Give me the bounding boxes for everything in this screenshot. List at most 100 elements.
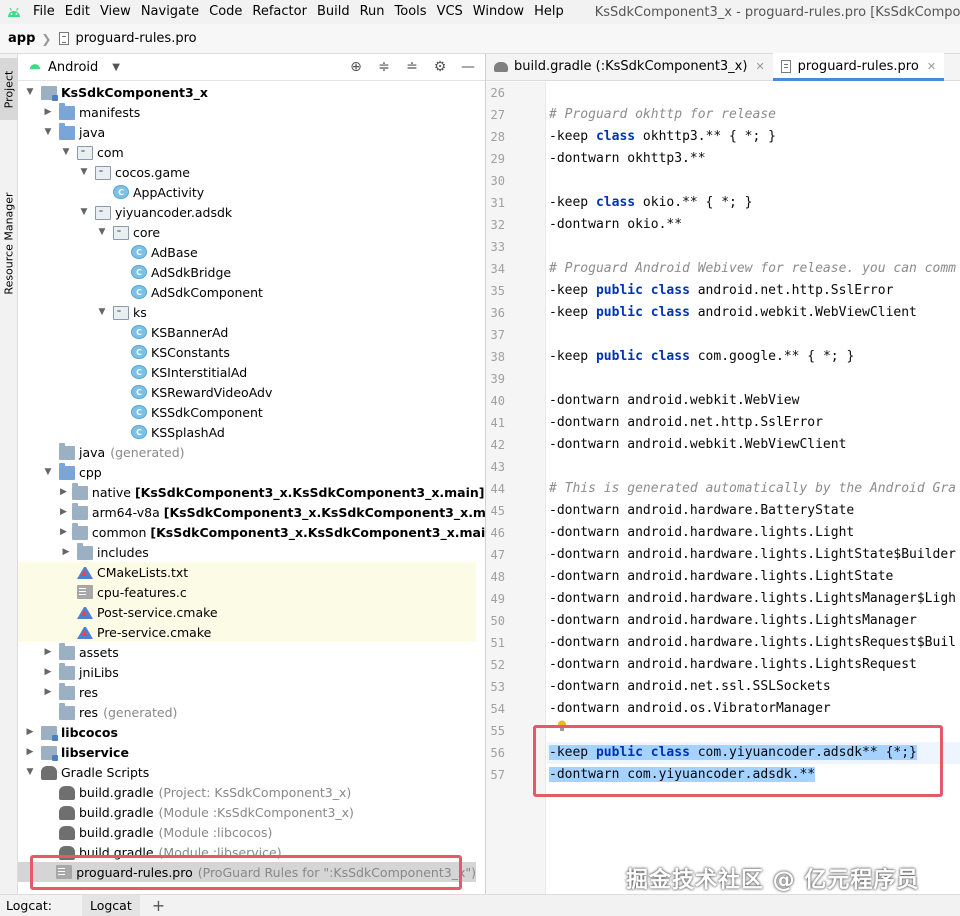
android-studio-logo-icon [0,0,28,24]
chevron-down-icon[interactable]: ▼ [42,467,54,477]
chevron-right-icon[interactable]: ▶ [42,107,54,117]
menu-tools[interactable]: Tools [390,0,432,24]
tree-item-adsdkbridge[interactable]: C AdSdkBridge [18,262,476,282]
tree-item-cmakelists[interactable]: CMakeLists.txt [18,562,476,582]
tree-item-ksinterstitialad[interactable]: C KSInterstitialAd [18,362,476,382]
menu-edit[interactable]: Edit [60,0,95,24]
chevron-right-icon[interactable]: ▶ [60,547,72,557]
tree-label-extra: (generated) [110,444,185,460]
chevron-down-icon[interactable]: ▼ [24,87,36,97]
menu-window[interactable]: Window [468,0,529,24]
tree-item-adbase[interactable]: C AdBase [18,242,476,262]
tree-item-pre-service[interactable]: Pre-service.cmake [18,622,476,642]
menu-file[interactable]: File [28,0,60,24]
tree-item-cpu-features[interactable]: cpu-features.c [18,582,476,602]
expand-all-icon[interactable]: ≑ [377,59,391,75]
breadcrumb-file[interactable]: proguard-rules.pro [75,31,196,46]
chevron-right-icon[interactable]: ▶ [60,527,67,537]
close-icon[interactable]: ✕ [927,60,936,73]
chevron-right-icon[interactable]: ▶ [42,687,54,697]
chevron-down-icon[interactable]: ▼ [78,207,90,217]
code-line: -dontwarn android.hardware.lights.Lights… [549,657,917,672]
locate-icon[interactable]: ⊕ [349,59,363,75]
resource-manager-tool-tab[interactable]: Resource Manager [0,188,18,298]
gear-icon[interactable]: ⚙ [433,59,447,75]
tree-item-cpp[interactable]: ▼ cpp [18,462,476,482]
menu-run[interactable]: Run [355,0,390,24]
add-tab-icon[interactable]: + [152,896,165,915]
tree-label: KSConstants [151,344,230,360]
tree-item-ksbannerad[interactable]: C KSBannerAd [18,322,476,342]
tree-item-adsdk[interactable]: ▼ yiyuancoder.adsdk [18,202,476,222]
chevron-right-icon[interactable]: ▶ [60,487,67,497]
menu-build[interactable]: Build [312,0,355,24]
tree-item-res[interactable]: ▶ res [18,682,476,702]
chevron-right-icon[interactable]: ▶ [42,667,54,677]
tree-label-extra: (Module :libservice) [158,844,282,860]
tree-item-proguard-rules[interactable]: proguard-rules.pro (ProGuard Rules for "… [18,862,476,882]
chevron-down-icon[interactable]: ▼ [96,227,108,237]
project-tool-tab[interactable]: Project [0,58,18,120]
close-icon[interactable]: ✕ [755,60,764,73]
tree-item-adsdkcomponent[interactable]: C AdSdkComponent [18,282,476,302]
tree-item-com[interactable]: ▼ com [18,142,476,162]
hide-icon[interactable]: — [461,59,475,75]
chevron-right-icon[interactable]: ▶ [60,507,67,517]
tree-item-kssplashad[interactable]: C KSSplashAd [18,422,476,442]
tree-item-build-gradle-libcocos[interactable]: build.gradle (Module :libcocos) [18,822,476,842]
menu-navigate[interactable]: Navigate [136,0,204,24]
intention-bulb-icon[interactable] [557,720,567,732]
tree-item-java-generated[interactable]: java (generated) [18,442,476,462]
tree-label: KSRewardVideoAdv [151,384,273,400]
tree-item-libcocos[interactable]: ▶ libcocos [18,722,476,742]
chevron-down-icon[interactable]: ▼ [112,62,120,73]
tree-item-ksrewardvideoadv[interactable]: C KSRewardVideoAdv [18,382,476,402]
tree-item-ksconstants[interactable]: C KSConstants [18,342,476,362]
breadcrumb-app[interactable]: app [0,31,35,46]
chevron-right-icon[interactable]: ▶ [24,747,36,757]
tree-item-common[interactable]: ▶ common [KsSdkComponent3_x.KsSdkCompone… [18,522,485,542]
tree-item-appactivity[interactable]: C AppActivity [18,182,476,202]
tree-item-jnilibs[interactable]: ▶ jniLibs [18,662,476,682]
tree-item-native[interactable]: ▶ native [KsSdkComponent3_x.KsSdkCompone… [18,482,484,502]
tree-label: KSSplashAd [151,424,225,440]
tree-item-assets[interactable]: ▶ assets [18,642,476,662]
menu-view[interactable]: View [95,0,136,24]
code-area[interactable]: # Proguard okhttp for release -keep class… [547,82,960,894]
tree-item-includes[interactable]: ▶ includes [18,542,476,562]
chevron-down-icon[interactable]: ▼ [24,767,36,777]
tab-proguard-rules[interactable]: proguard-rules.pro ✕ [772,53,945,81]
tree-item-java[interactable]: ▼ java [18,122,476,142]
menu-help[interactable]: Help [529,0,569,24]
chevron-down-icon[interactable]: ▼ [96,307,108,317]
tree-item-build-gradle-project[interactable]: build.gradle (Project: KsSdkComponent3_x… [18,782,476,802]
tree-item-core[interactable]: ▼ core [18,222,476,242]
tree-item-root[interactable]: ▼ KsSdkComponent3_x [18,82,476,102]
collapse-all-icon[interactable]: ≐ [405,59,419,75]
tree-item-cocos-game[interactable]: ▼ cocos.game [18,162,476,182]
menu-vcs[interactable]: VCS [432,0,468,24]
menu-bar: File Edit View Navigate Code Refactor Bu… [0,0,960,24]
tree-label: yiyuancoder.adsdk [115,204,233,220]
tree-item-manifests[interactable]: ▶ manifests [18,102,476,122]
tree-item-build-gradle-module[interactable]: build.gradle (Module :KsSdkComponent3_x) [18,802,476,822]
tree-item-arm64[interactable]: ▶ arm64-v8a [KsSdkComponent3_x.KsSdkComp… [18,502,485,522]
tree-item-res-generated[interactable]: res (generated) [18,702,476,722]
chevron-right-icon[interactable]: ▶ [24,727,36,737]
project-view-select[interactable]: Android [48,60,98,75]
chevron-down-icon[interactable]: ▼ [60,147,72,157]
tree-item-post-service[interactable]: Post-service.cmake [18,602,476,622]
tree-item-ks[interactable]: ▼ ks [18,302,476,322]
chevron-down-icon[interactable]: ▼ [42,127,54,137]
logcat-tab[interactable]: Logcat [81,894,140,916]
menu-code[interactable]: Code [204,0,247,24]
tab-build-gradle[interactable]: build.gradle (:KsSdkComponent3_x) ✕ [486,53,773,80]
tree-item-gradle-scripts[interactable]: ▼ Gradle Scripts [18,762,476,782]
chevron-right-icon[interactable]: ▶ [42,647,54,657]
tree-label: CMakeLists.txt [97,564,189,580]
tree-item-libservice[interactable]: ▶ libservice [18,742,476,762]
menu-refactor[interactable]: Refactor [247,0,312,24]
tree-item-build-gradle-libservice[interactable]: build.gradle (Module :libservice) [18,842,476,862]
tree-item-kssdkcomponent[interactable]: C KSSdkComponent [18,402,476,422]
chevron-down-icon[interactable]: ▼ [78,167,90,177]
